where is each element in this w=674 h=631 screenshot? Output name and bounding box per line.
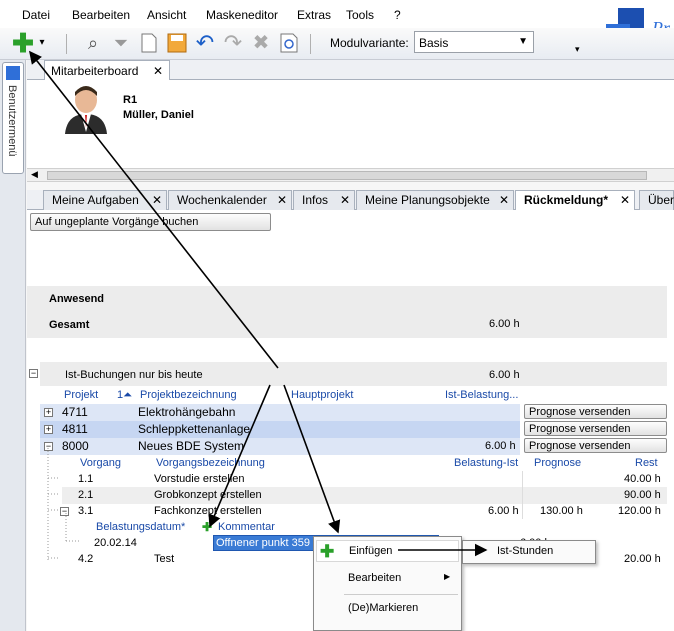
menu-item-ist-stunden[interactable]: Ist-Stunden: [465, 543, 593, 561]
menu-item-bearbeiten[interactable]: Bearbeiten ▶: [316, 568, 459, 590]
menu-item-label: Einfügen: [349, 545, 393, 557]
submenu-arrow-icon: ▶: [444, 572, 451, 581]
menu-separator: [344, 594, 458, 595]
add-icon: ✚: [320, 542, 335, 561]
submenu: Ist-Stunden: [462, 540, 596, 564]
menu-item-label: Bearbeiten: [348, 572, 402, 584]
menu-item-label: (De)Markieren: [348, 602, 419, 614]
menu-item-einfuegen[interactable]: ✚ Einfügen: [316, 540, 459, 562]
menu-item-label: Ist-Stunden: [497, 545, 554, 557]
context-menu: ✚ Einfügen Bearbeiten ▶ (De)Markieren: [313, 536, 462, 631]
menu-item-demarkieren[interactable]: (De)Markieren: [316, 597, 459, 619]
